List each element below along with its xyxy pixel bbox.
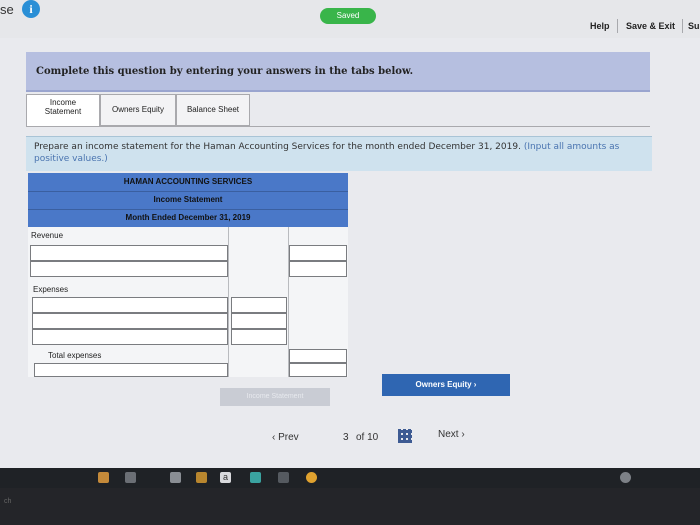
revenue-account-input-2[interactable] (30, 261, 228, 277)
tab-income-statement[interactable]: Income Statement (26, 94, 100, 126)
top-bar: se i Saved Help Save & Exit Su (0, 0, 700, 39)
expense-account-input-1[interactable] (32, 297, 228, 313)
question-grid-icon[interactable] (398, 429, 412, 443)
company-name: HAMAN ACCOUNTING SERVICES (123, 177, 253, 186)
net-income-amount-input[interactable] (289, 363, 347, 377)
bezel-text: ch (4, 498, 12, 505)
net-income-account-input[interactable] (34, 363, 228, 377)
page-current: 3 (343, 432, 349, 443)
store-icon[interactable] (196, 472, 207, 483)
expenses-label: Expenses (33, 285, 69, 294)
divider (228, 227, 229, 377)
expense-amount-input-1[interactable] (231, 297, 287, 313)
revenue-label: Revenue (31, 231, 64, 240)
tab-label: Balance Sheet (186, 105, 240, 114)
expense-account-input-2[interactable] (32, 313, 228, 329)
divider (28, 209, 348, 210)
tray-icon[interactable] (620, 472, 631, 483)
tab-label: Statement (44, 107, 82, 116)
revenue-amount-input-2[interactable] (289, 261, 347, 277)
chrome-icon[interactable] (306, 472, 317, 483)
divider (28, 191, 348, 192)
revenue-account-input-1[interactable] (30, 245, 228, 261)
expense-account-input-3[interactable] (32, 329, 228, 345)
submit-button-fragment[interactable]: Su (688, 21, 700, 31)
link-icon[interactable] (278, 472, 289, 483)
window-title-fragment: se (0, 2, 14, 17)
tab-owners-equity[interactable]: Owners Equity (100, 94, 176, 126)
app-icon[interactable] (250, 472, 261, 483)
calculator-icon[interactable] (125, 472, 136, 483)
statement-header: HAMAN ACCOUNTING SERVICES Income Stateme… (28, 173, 348, 227)
tab-label: Income (49, 98, 77, 107)
files-icon[interactable] (170, 472, 181, 483)
statement-period: Month Ended December 31, 2019 (125, 213, 251, 222)
instructions-box: Prepare an income statement for the Hama… (26, 136, 652, 171)
save-exit-button[interactable]: Save & Exit (626, 21, 675, 31)
next-tab-button[interactable]: Owners Equity › (382, 374, 510, 396)
question-banner: Complete this question by entering your … (26, 52, 650, 92)
instructions-text: Prepare an income statement for the Hama… (34, 141, 634, 165)
total-expenses-input[interactable] (289, 349, 347, 363)
download-icon[interactable] (98, 472, 109, 483)
statement-title: Income Statement (153, 195, 223, 204)
tab-label: Owners Equity (111, 105, 165, 114)
tab-underline (26, 126, 650, 127)
info-icon[interactable]: i (22, 0, 40, 18)
instructions-main: Prepare an income statement for the Hama… (34, 142, 521, 152)
expense-amount-input-2[interactable] (231, 313, 287, 329)
divider (682, 19, 683, 33)
income-statement-table: Revenue Expenses Total expenses (28, 227, 348, 377)
next-button[interactable]: Next › (438, 429, 465, 440)
expense-amount-input-3[interactable] (231, 329, 287, 345)
divider (617, 19, 618, 33)
a-app-icon[interactable]: a (220, 472, 231, 483)
total-expenses-label: Total expenses (48, 351, 102, 360)
page-total: of 10 (356, 432, 379, 443)
help-link[interactable]: Help (590, 21, 610, 31)
saved-status-badge: Saved (320, 8, 376, 24)
tab-balance-sheet[interactable]: Balance Sheet (176, 94, 250, 126)
banner-text: Complete this question by entering your … (36, 66, 414, 77)
question-content: Complete this question by entering your … (0, 38, 700, 468)
revenue-amount-input-1[interactable] (289, 245, 347, 261)
screen-bezel (0, 488, 700, 525)
prev-tab-button[interactable]: Income Statement (220, 388, 330, 406)
prev-button[interactable]: ‹ Prev (272, 432, 299, 443)
